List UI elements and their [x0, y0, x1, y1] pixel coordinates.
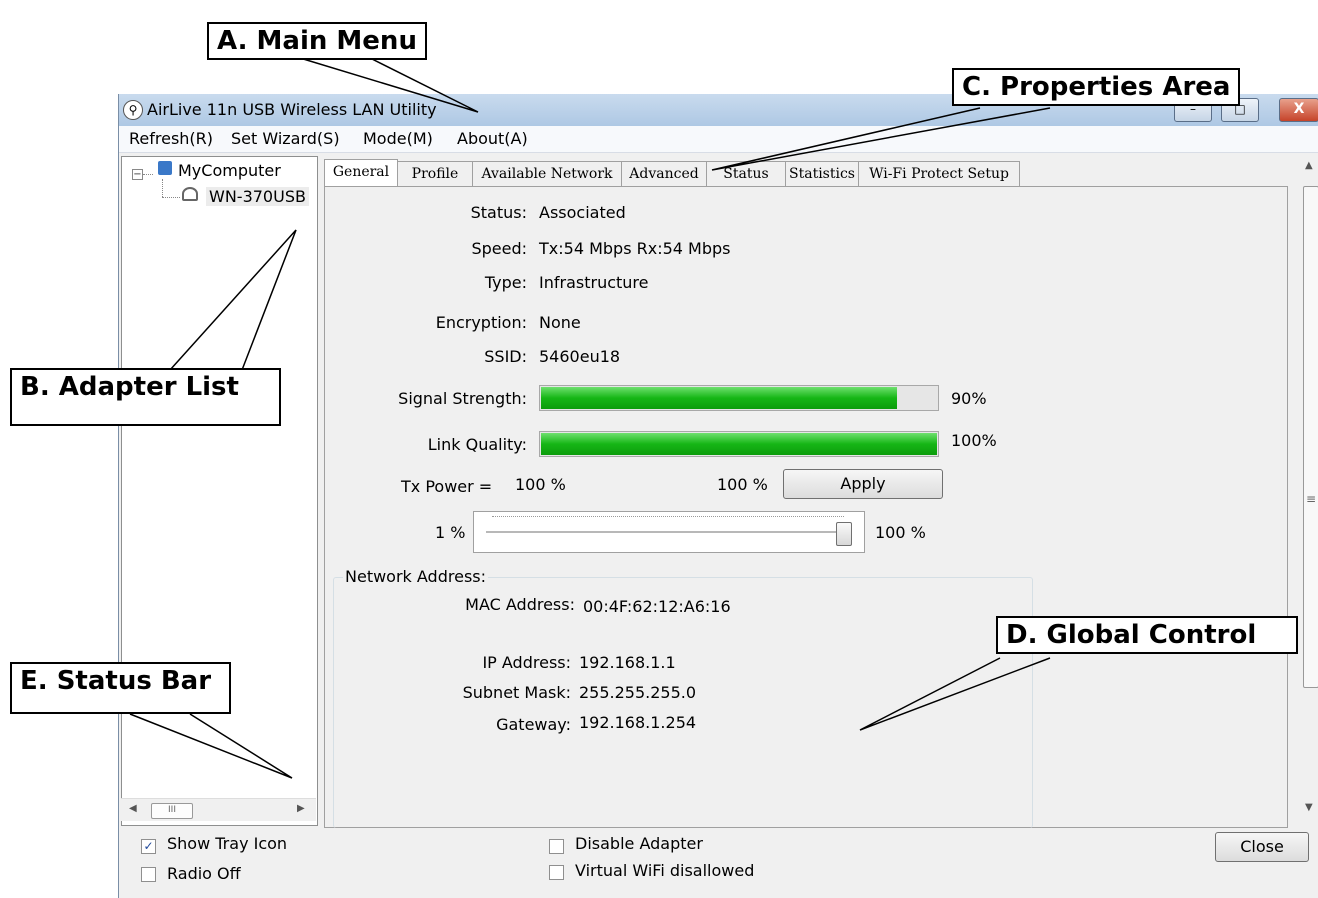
callout-a-pointer: [299, 57, 479, 113]
callout-c-pointer: [711, 107, 1051, 171]
callout-e-pointer: [129, 713, 293, 779]
callout-properties-area: C. Properties Area: [952, 68, 1241, 106]
callout-leader-lines: [129, 57, 1051, 779]
callout-main-menu: A. Main Menu: [207, 22, 427, 60]
callout-global-control: D. Global Control: [996, 616, 1299, 654]
callout-status-bar: E. Status Bar: [10, 662, 232, 714]
callout-b-pointer: [169, 229, 297, 371]
callout-adapter-list: B. Adapter List: [10, 368, 281, 426]
callout-d-pointer: [859, 657, 1051, 731]
